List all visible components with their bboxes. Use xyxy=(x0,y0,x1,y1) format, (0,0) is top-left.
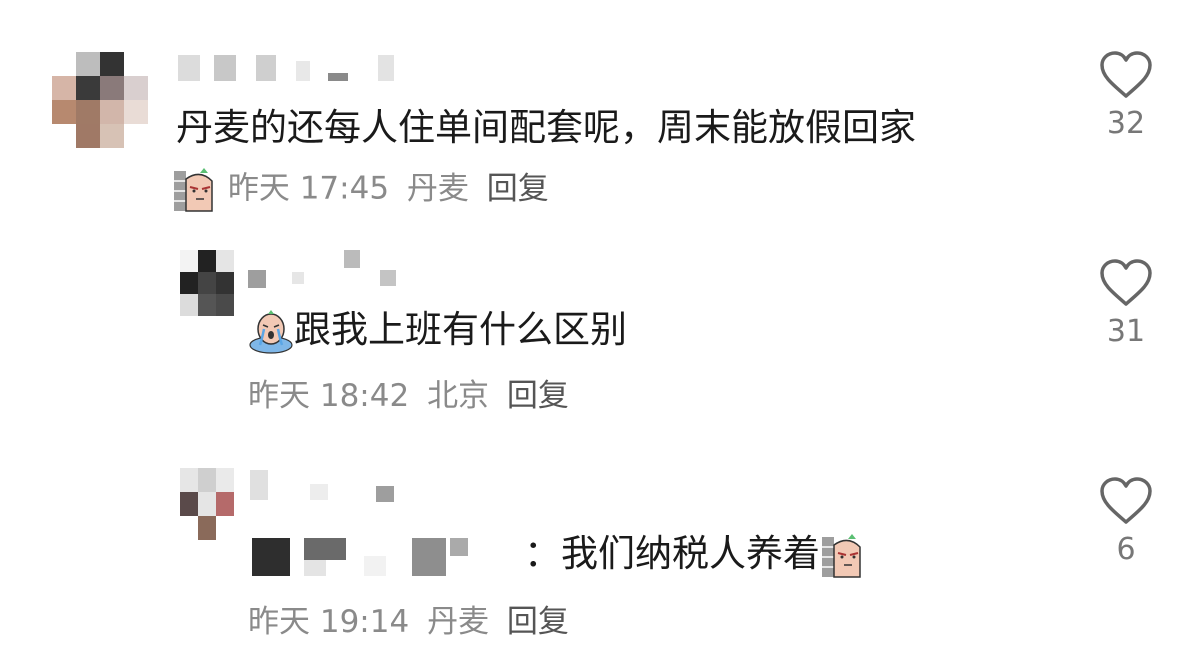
reply-button[interactable]: 回复 xyxy=(507,378,569,414)
reply-button[interactable]: 回复 xyxy=(487,171,549,207)
avatar[interactable] xyxy=(180,250,234,316)
comment-location: 北京 xyxy=(427,378,490,414)
comment-time: 昨天 18:42 xyxy=(248,378,410,414)
comment-location: 丹麦 xyxy=(406,170,469,207)
comment-meta: 昨天 19:14 丹麦 回复 xyxy=(248,602,569,642)
comment-text: ：我们纳税人养着 xyxy=(524,530,866,579)
username-blurred[interactable] xyxy=(250,470,410,502)
heart-outline-icon xyxy=(1100,259,1152,306)
comment-location: 丹麦 xyxy=(427,604,490,640)
like-count: 31 xyxy=(1106,314,1146,349)
avatar[interactable] xyxy=(52,52,148,148)
like-count: 32 xyxy=(1106,106,1146,141)
comment-time: 昨天 19:14 xyxy=(248,604,410,640)
comment-time: 昨天 17:45 xyxy=(227,170,390,207)
peeking-wall-sticker-icon xyxy=(172,167,218,213)
comment-body: ：我们纳税人养着 xyxy=(524,532,820,575)
heart-outline-icon xyxy=(1100,51,1152,98)
like-count: 6 xyxy=(1116,532,1136,567)
crying-sticker-icon xyxy=(248,309,294,355)
like-button[interactable]: 6 xyxy=(1096,476,1156,568)
like-button[interactable]: 31 xyxy=(1096,258,1156,350)
like-button[interactable]: 32 xyxy=(1096,50,1156,142)
comment-text: 丹麦的还每人住单间配套呢，周末能放假回家 xyxy=(176,106,916,149)
username-blurred[interactable] xyxy=(248,250,408,288)
comment-text: 跟我上班有什么区别 xyxy=(248,306,627,355)
username-blurred[interactable] xyxy=(178,55,418,85)
heart-outline-icon xyxy=(1100,477,1152,524)
avatar[interactable] xyxy=(180,468,234,540)
peeking-wall-sticker-icon xyxy=(820,533,866,579)
mentioned-username-blurred[interactable] xyxy=(252,538,482,576)
comment-meta: 昨天 17:45 丹麦 回复 xyxy=(172,167,549,213)
comment-body: 跟我上班有什么区别 xyxy=(294,308,627,351)
comment-meta: 昨天 18:42 北京 回复 xyxy=(248,376,569,416)
reply-button[interactable]: 回复 xyxy=(507,604,569,640)
